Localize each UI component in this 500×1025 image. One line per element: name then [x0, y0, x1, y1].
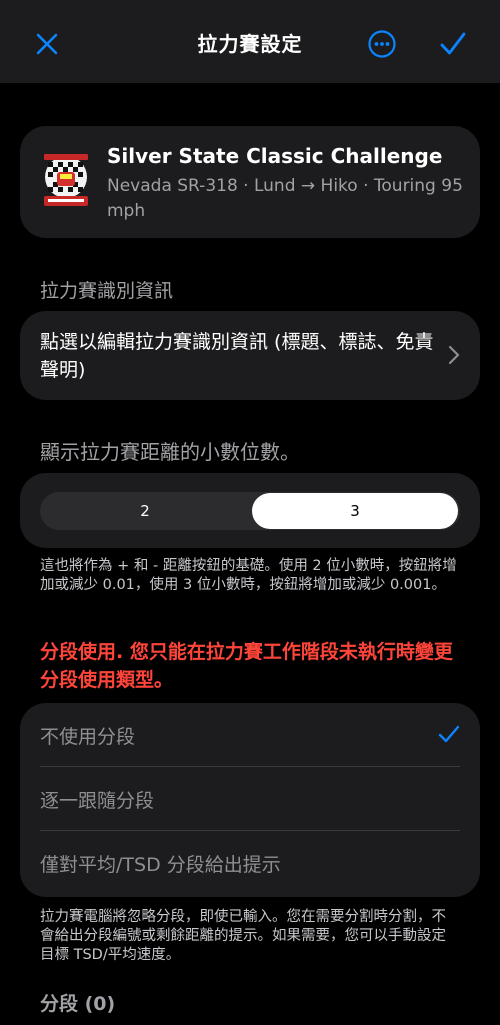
segments-warning: 分段使用. 您只能在拉力賽工作階段未執行時變更分段使用類型。: [40, 641, 453, 691]
segment-option-label: 逐一跟隨分段: [40, 790, 155, 812]
silver-state-classic-challenge-logo: [40, 152, 92, 208]
decimals-segmented-control: 2 3: [40, 492, 460, 530]
segments-footnote: 拉力賽電腦將忽略分段，即使已輸入。您在需要分割時分割，不會給出分段編號或剩餘距離…: [40, 909, 446, 963]
checkmark-icon: [438, 725, 460, 743]
checkmark-icon: [440, 32, 466, 55]
event-subtitle: Nevada SR-318 · Lund → Hiko · Touring 95…: [107, 176, 463, 221]
edit-identity-row[interactable]: 點選以編輯拉力賽識別資訊 (標題、標誌、免責聲明): [20, 311, 480, 400]
page-title: 拉力賽設定: [197, 32, 303, 56]
decimals-option-3[interactable]: 3: [252, 493, 458, 529]
segment-option-label: 不使用分段: [40, 726, 136, 748]
more-options-button[interactable]: [360, 24, 404, 64]
identity-section-label: 拉力賽識別資訊: [40, 280, 174, 302]
event-title: Silver State Classic Challenge: [107, 144, 443, 168]
segments-count-label: 分段 (0): [40, 993, 116, 1015]
segment-option-follow[interactable]: 逐一跟隨分段: [40, 767, 460, 831]
chevron-right-icon: [448, 345, 460, 365]
ellipsis-circle-icon: [368, 30, 396, 58]
confirm-button[interactable]: [431, 24, 475, 64]
segment-option-hints[interactable]: 僅對平均/TSD 分段給出提示: [40, 831, 460, 895]
decimals-section-label: 顯示拉力賽距離的小數位數。: [40, 440, 300, 464]
decimals-footnote: 這也將作為 + 和 - 距離按鈕的基礎。使用 2 位小數時，按鈕將增加或減少 0…: [40, 558, 457, 593]
segment-option-label: 僅對平均/TSD 分段給出提示: [40, 854, 281, 876]
navigation-bar: 拉力賽設定: [0, 0, 500, 83]
segment-usage-list: 不使用分段 逐一跟隨分段 僅對平均/TSD 分段給出提示: [20, 703, 480, 897]
edit-identity-text: 點選以編輯拉力賽識別資訊 (標題、標誌、免責聲明): [40, 331, 434, 381]
decimals-card: 2 3: [20, 473, 480, 548]
segment-option-none[interactable]: 不使用分段: [40, 703, 460, 767]
decimals-option-2[interactable]: 2: [42, 493, 248, 529]
rally-event-card: Silver State Classic Challenge Nevada SR…: [20, 126, 480, 238]
